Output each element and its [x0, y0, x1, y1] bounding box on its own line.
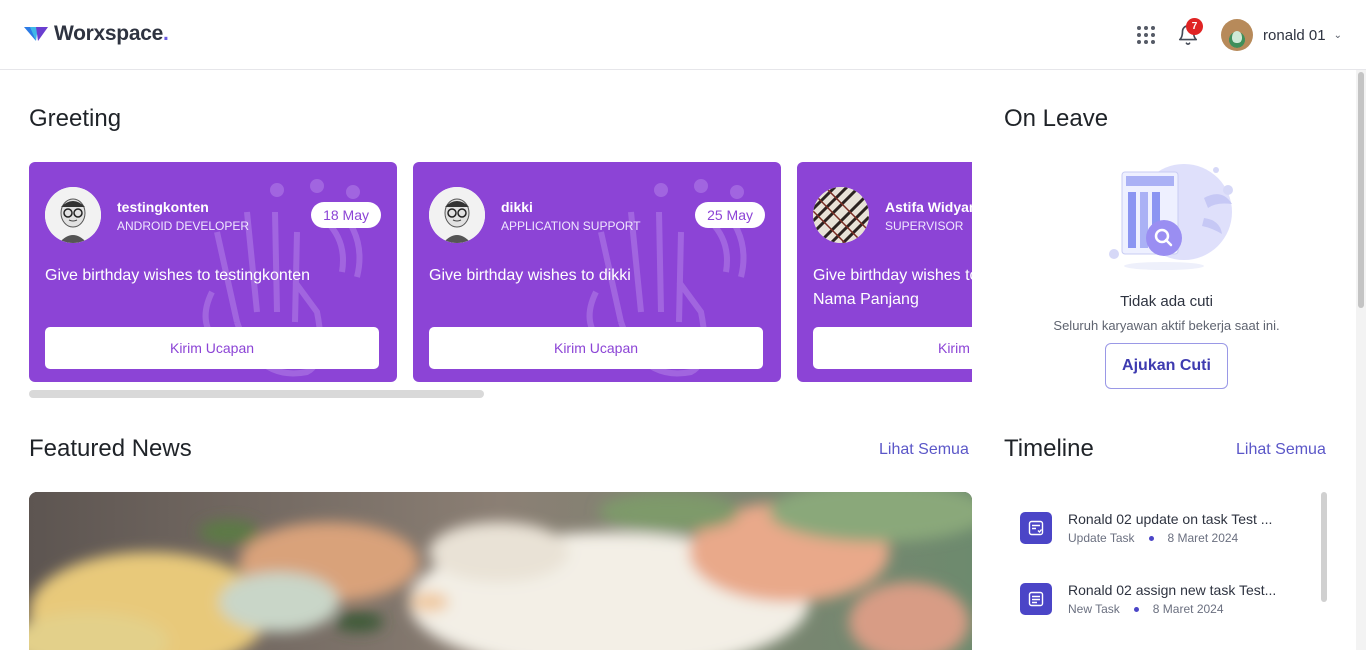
person-avatar-icon	[429, 187, 485, 243]
send-wishes-button[interactable]: Kirim Ucapan	[429, 327, 763, 369]
card-role: ANDROID DEVELOPER	[117, 219, 250, 233]
date-badge: 18 May	[311, 202, 381, 228]
greeting-card: testingkonten ANDROID DEVELOPER 18 May G…	[29, 162, 397, 382]
logo[interactable]: Worxspace.	[24, 22, 169, 46]
logo-mark-icon	[24, 27, 48, 41]
avatar	[813, 187, 869, 243]
card-role: APPLICATION SUPPORT	[501, 219, 641, 233]
person-avatar-icon	[45, 187, 101, 243]
timeline-item[interactable]: Ronald 02 assign new task Test... New Ta…	[1004, 563, 1320, 623]
user-name: ronald 01	[1263, 26, 1326, 44]
request-leave-button[interactable]: Ajukan Cuti	[1105, 343, 1228, 389]
notification-badge: 7	[1186, 18, 1204, 35]
news-see-all-link[interactable]: Lihat Semua	[879, 441, 969, 459]
timeline-item-type: Update Task	[1068, 531, 1135, 545]
card-message: Give birthday wishes to testingkonten	[45, 267, 311, 284]
avatar	[45, 187, 101, 243]
on-leave-title: On Leave	[1004, 105, 1109, 132]
logo-text: Worxspace.	[54, 22, 169, 45]
timeline-item-date: 8 Maret 2024	[1152, 602, 1224, 616]
card-role: SUPERVISOR	[885, 219, 964, 233]
timeline-item-title: Ronald 02 update on task Test ...	[1068, 511, 1273, 527]
avatar	[429, 187, 485, 243]
notifications-button[interactable]: 7	[1177, 18, 1204, 46]
carousel-scrollbar-thumb[interactable]	[29, 390, 484, 398]
card-name: testingkonten	[117, 199, 209, 215]
timeline-item-title: Ronald 02 assign new task Test...	[1068, 582, 1277, 598]
page-scrollbar[interactable]	[1356, 70, 1366, 650]
timeline-item-type: New Task	[1068, 602, 1120, 616]
chevron-down-icon: ⌄	[1333, 29, 1342, 41]
page-scrollbar-thumb[interactable]	[1358, 72, 1364, 308]
avatar	[1221, 19, 1254, 51]
timeline-title: Timeline	[1004, 435, 1094, 462]
task-update-icon	[1020, 512, 1052, 544]
card-message: Give birthday wishes to dikki	[429, 267, 631, 284]
task-new-icon	[1020, 583, 1052, 615]
greeting-title: Greeting	[29, 105, 122, 132]
separator-dot	[1148, 535, 1154, 541]
carousel-scrollbar[interactable]	[29, 390, 972, 398]
date-badge: 25 May	[695, 202, 765, 228]
timeline-item-date: 8 Maret 2024	[1167, 531, 1239, 545]
timeline-scrollbar[interactable]	[1321, 492, 1327, 602]
top-bar: Worxspace. 7 ronald 01 ⌄	[0, 0, 1366, 70]
header-actions: 7 ronald 01 ⌄	[1137, 16, 1342, 54]
card-message: Give birthday wishes to Astifa Widyan Na…	[813, 267, 972, 308]
timeline-item-meta: Update Task 8 Maret 2024	[1068, 531, 1238, 545]
send-wishes-button[interactable]: Kirim Ucapan	[45, 327, 379, 369]
timeline-item[interactable]: Ronald 02 update on task Test ... Update…	[1004, 492, 1320, 552]
apps-grid-icon[interactable]	[1137, 26, 1156, 44]
featured-news-image[interactable]	[29, 492, 972, 650]
timeline-see-all-link[interactable]: Lihat Semua	[1236, 441, 1326, 459]
empty-leave-subtitle: Seluruh karyawan aktif bekerja saat ini.	[1053, 318, 1280, 333]
greeting-card: Astifa Widyan SUPERVISOR Give birthday w…	[797, 162, 972, 382]
card-name: dikki	[501, 199, 533, 215]
empty-leave-illustration	[1109, 164, 1233, 270]
timeline-item-meta: New Task 8 Maret 2024	[1068, 602, 1224, 616]
timeline-list[interactable]: Ronald 02 update on task Test ... Update…	[1004, 492, 1320, 632]
empty-leave-title: Tidak ada cuti	[1120, 293, 1213, 310]
send-wishes-button[interactable]: Kirim Ucapan	[813, 327, 972, 369]
card-name: Astifa Widyan	[885, 199, 972, 215]
greeting-card: dikki APPLICATION SUPPORT 25 May Give bi…	[413, 162, 781, 382]
separator-dot	[1133, 606, 1139, 612]
batik-pattern-avatar-icon	[813, 187, 869, 243]
greeting-carousel[interactable]: testingkonten ANDROID DEVELOPER 18 May G…	[29, 162, 972, 384]
featured-news-title: Featured News	[29, 435, 192, 462]
food-photo-image	[29, 492, 972, 650]
user-menu[interactable]: ronald 01 ⌄	[1221, 19, 1342, 51]
